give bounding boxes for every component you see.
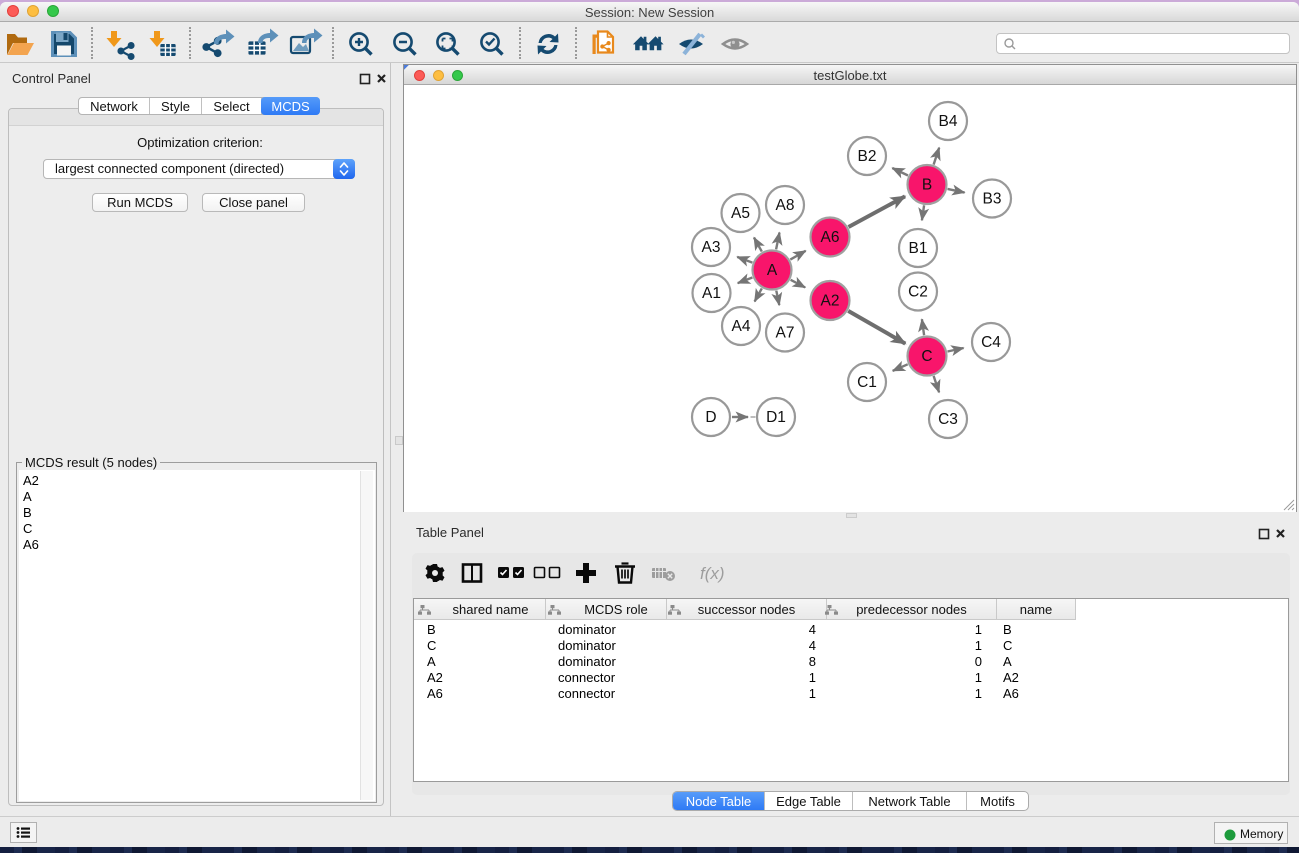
svg-text:C3: C3 bbox=[938, 411, 958, 428]
svg-text:C: C bbox=[921, 348, 932, 365]
svg-text:C4: C4 bbox=[981, 334, 1001, 351]
svg-text:A8: A8 bbox=[776, 197, 795, 214]
svg-text:B2: B2 bbox=[858, 148, 877, 165]
svg-text:A7: A7 bbox=[776, 325, 795, 342]
svg-text:D1: D1 bbox=[766, 409, 786, 426]
svg-text:f(x): f(x) bbox=[700, 564, 725, 583]
svg-text:A1: A1 bbox=[702, 285, 721, 302]
svg-text:B4: B4 bbox=[939, 113, 958, 130]
svg-text:A2: A2 bbox=[821, 293, 840, 310]
svg-text:C1: C1 bbox=[857, 374, 877, 391]
svg-text:A3: A3 bbox=[702, 239, 721, 256]
svg-text:D: D bbox=[705, 409, 716, 426]
svg-text:B1: B1 bbox=[909, 240, 928, 257]
svg-text:B: B bbox=[922, 177, 932, 194]
svg-text:B3: B3 bbox=[983, 191, 1002, 208]
svg-text:C2: C2 bbox=[908, 284, 928, 301]
svg-text:A5: A5 bbox=[731, 205, 750, 222]
svg-text:A: A bbox=[767, 262, 778, 279]
svg-text:A6: A6 bbox=[821, 229, 840, 246]
svg-text:A4: A4 bbox=[732, 318, 751, 335]
